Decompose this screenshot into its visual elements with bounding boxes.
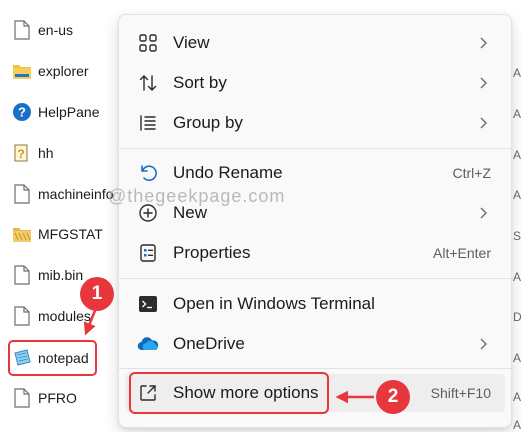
column-letter: S xyxy=(513,229,521,243)
column-letter: D xyxy=(513,310,521,324)
file-item-machineinfo[interactable]: machineinfo xyxy=(12,179,114,209)
menu-item-label: Properties xyxy=(173,243,251,262)
folder-icon xyxy=(12,60,32,82)
column-letter: A xyxy=(513,390,521,404)
group-by-icon xyxy=(137,112,159,134)
menu-item-label: Sort by xyxy=(173,73,227,92)
column-letter: A xyxy=(513,148,521,162)
chevron-right-icon xyxy=(477,37,489,49)
file-icon xyxy=(12,264,32,286)
menu-item-label: Open in Windows Terminal xyxy=(173,294,375,313)
menu-item-label: Group by xyxy=(173,113,243,132)
file-item-mib-bin[interactable]: mib.bin xyxy=(12,260,83,290)
shortcut-label: Alt+Enter xyxy=(433,245,491,261)
file-item-explorer[interactable]: explorer xyxy=(12,56,89,86)
watermark: @thegeekpage.com xyxy=(108,186,286,206)
notepad-icon xyxy=(12,347,32,369)
hh-icon: ? xyxy=(12,142,32,164)
undo-icon xyxy=(137,162,159,184)
file-name: HelpPane xyxy=(38,104,100,120)
menu-separator xyxy=(119,368,511,369)
menu-item-sort-by[interactable]: Sort by xyxy=(125,64,505,102)
menu-separator xyxy=(119,148,511,149)
chevron-right-icon xyxy=(477,207,489,219)
file-item-en-us[interactable]: en-us xyxy=(12,15,73,45)
help-icon: ? xyxy=(12,101,32,123)
file-name: explorer xyxy=(38,63,89,79)
file-name: en-us xyxy=(38,22,74,38)
file-item-helppane[interactable]: ? HelpPane xyxy=(12,97,100,127)
chevron-right-icon xyxy=(477,117,489,129)
onedrive-cloud-icon xyxy=(137,333,159,355)
column-letter: A xyxy=(513,418,521,432)
view-grid-icon xyxy=(137,32,159,54)
svg-text:?: ? xyxy=(17,147,24,161)
shortcut-label: Ctrl+Z xyxy=(452,165,492,181)
file-item-pfro[interactable]: PFRO xyxy=(12,383,77,413)
menu-item-show-more-options[interactable]: Show more options Shift+F10 xyxy=(125,374,505,412)
file-item-modules[interactable]: modules xyxy=(12,301,91,331)
menu-separator xyxy=(119,278,511,279)
menu-item-open-in-terminal[interactable]: Open in Windows Terminal xyxy=(125,285,505,323)
properties-icon xyxy=(137,242,159,264)
column-letter: A xyxy=(513,270,521,284)
menu-item-onedrive[interactable]: OneDrive xyxy=(125,325,505,363)
file-icon xyxy=(12,387,32,409)
shortcut-label: Shift+F10 xyxy=(430,385,491,401)
file-icon xyxy=(12,183,32,205)
svg-text:?: ? xyxy=(18,105,26,120)
menu-item-label: OneDrive xyxy=(173,334,245,353)
file-item-hh[interactable]: ? hh xyxy=(12,138,54,168)
chevron-right-icon xyxy=(477,77,489,89)
menu-item-group-by[interactable]: Group by xyxy=(125,104,505,142)
column-letter: A xyxy=(513,351,521,365)
file-name: hh xyxy=(38,145,54,161)
column-letter: A xyxy=(513,107,521,121)
file-item-mfgstat[interactable]: MFGSTAT xyxy=(12,219,103,249)
file-name: machineinfo xyxy=(38,186,114,202)
details-column-sliver: A A A A S A D A A A xyxy=(513,0,521,432)
file-name: modules xyxy=(38,308,91,324)
file-name: mib.bin xyxy=(38,267,84,283)
menu-item-label: Undo Rename xyxy=(173,163,283,182)
step-badge-1: 1 xyxy=(80,277,114,311)
step-badge-2: 2 xyxy=(376,380,410,414)
file-icon xyxy=(12,19,32,41)
file-name: PFRO xyxy=(38,390,77,406)
column-letter: A xyxy=(513,188,521,202)
menu-item-view[interactable]: View xyxy=(125,24,505,62)
show-more-icon xyxy=(137,382,159,404)
file-name: notepad xyxy=(38,350,89,366)
file-name: MFGSTAT xyxy=(38,226,103,242)
column-letter: A xyxy=(513,66,521,80)
folder-striped-icon xyxy=(12,223,32,245)
menu-item-properties[interactable]: Properties Alt+Enter xyxy=(125,234,505,272)
file-icon xyxy=(12,305,32,327)
file-item-notepad[interactable]: notepad xyxy=(8,340,97,376)
context-menu: View Sort by Group by Undo Rename Ctrl+Z xyxy=(118,14,512,428)
sort-icon xyxy=(137,72,159,94)
chevron-right-icon xyxy=(477,338,489,350)
menu-item-label: View xyxy=(173,33,210,52)
terminal-icon xyxy=(137,293,159,315)
